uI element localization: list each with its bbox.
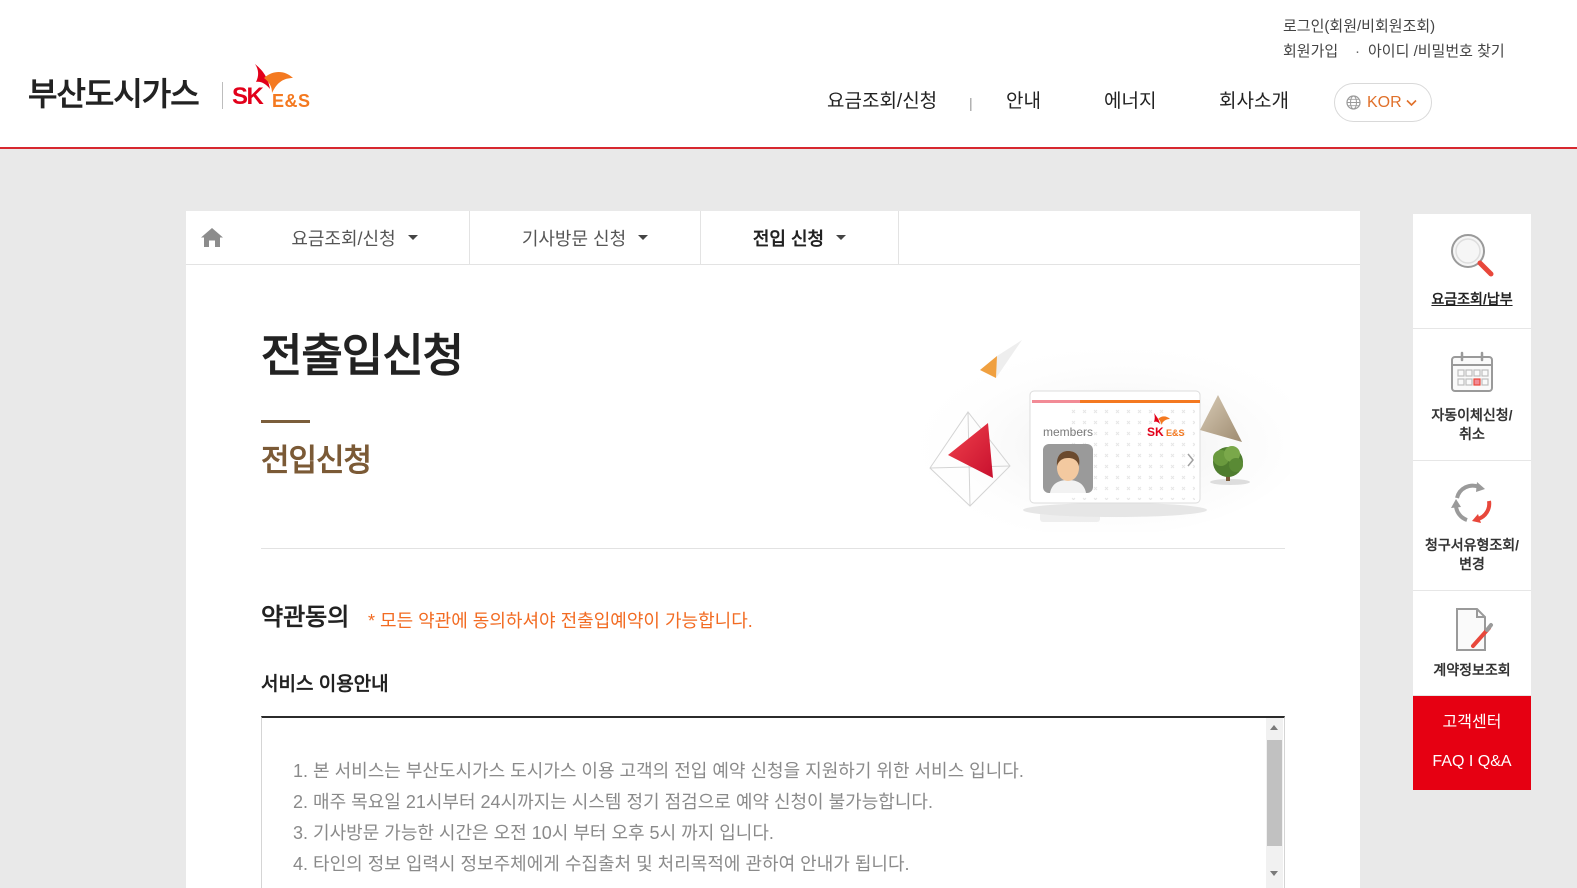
content-card: 요금조회/신청 기사방문 신청 전입 신청 전출입신청 전입신청 members…	[186, 211, 1360, 888]
home-icon	[201, 228, 223, 247]
quick-bill-type-label: 청구서유형조회/	[1424, 537, 1520, 553]
find-account-link[interactable]: 아이디 /비밀번호 찾기	[1368, 42, 1505, 62]
guide-line: 4. 타인의 정보 입력시 정보주체에게 수집출처 및 처리목적에 관하여 안내…	[293, 854, 910, 874]
faq-qna-link[interactable]: FAQ I Q&A	[1413, 751, 1531, 773]
customer-center-title[interactable]: 고객센터	[1413, 712, 1531, 734]
quick-bill-type[interactable]: 청구서유형조회/ 변경	[1413, 461, 1531, 591]
brand-es-text: E&S	[272, 91, 311, 111]
login-link[interactable]: 로그인(회원/비회원조회)	[1283, 17, 1435, 37]
scroll-thumb[interactable]	[1267, 740, 1282, 846]
scroll-down-arrow-icon[interactable]	[1270, 871, 1278, 876]
subnav-technician-visit[interactable]: 기사방문 신청	[470, 211, 701, 264]
nav-guide[interactable]: 안내	[1006, 89, 1041, 115]
membership-card-illustration: members SK E&S	[895, 336, 1290, 532]
service-guide-text: 1. 본 서비스는 부산도시가스 도시가스 이용 고객의 전입 예약 신청을 지…	[293, 756, 1024, 880]
subnav-billing-label: 요금조회/신청	[291, 228, 396, 249]
caret-down-icon	[638, 235, 649, 240]
card-label: members	[1043, 425, 1093, 439]
card-brand-sk: SK	[1147, 425, 1164, 439]
chevron-down-icon	[1406, 99, 1417, 107]
terms-notice: * 모든 약관에 동의하셔야 전출입예약이 가능합니다.	[368, 611, 753, 631]
refresh-icon	[1451, 482, 1492, 523]
quick-bill-type-label: 변경	[1459, 556, 1485, 572]
quick-contract-info[interactable]: 계약정보조회	[1413, 591, 1531, 696]
nav-energy[interactable]: 에너지	[1104, 89, 1156, 115]
page-subtitle: 전입신청	[261, 443, 372, 478]
quick-auto-transfer-label: 자동이체신청/	[1431, 407, 1513, 423]
language-label: KOR	[1367, 94, 1402, 111]
quick-auto-transfer-label: 취소	[1459, 426, 1485, 442]
guide-line: 1. 본 서비스는 부산도시가스 도시가스 이용 고객의 전입 예약 신청을 지…	[293, 761, 1024, 781]
guide-line: 3. 기사방문 가능한 시간은 오전 10시 부터 오후 5시 까지 입니다.	[293, 823, 774, 843]
document-icon	[1456, 608, 1493, 651]
section-divider	[261, 548, 1285, 549]
calendar-icon	[1451, 351, 1493, 392]
logo-text: 부산도시가스	[28, 76, 200, 112]
quick-billing-payment[interactable]: 요금조회/납부	[1413, 214, 1531, 329]
quick-contract-info-label: 계약정보조회	[1433, 662, 1511, 678]
terms-heading: 약관동의	[261, 604, 350, 631]
quick-auto-transfer[interactable]: 자동이체신청/ 취소	[1413, 329, 1531, 461]
sub-navigation: 요금조회/신청 기사방문 신청 전입 신청	[186, 211, 1360, 265]
brand-sk-text: SK	[232, 83, 264, 110]
card-shadow	[1023, 503, 1207, 517]
home-button[interactable]	[186, 211, 240, 264]
page-title: 전출입신청	[261, 330, 464, 381]
scrollbar[interactable]	[1266, 718, 1283, 888]
service-guide-title: 서비스 이용안내	[261, 674, 389, 695]
nav-separator: |	[969, 95, 973, 111]
card-stripe-pink	[1032, 400, 1080, 403]
caret-down-icon	[407, 235, 418, 240]
quick-billing-payment-label: 요금조회/납부	[1431, 291, 1513, 307]
nav-billing[interactable]: 요금조회/신청	[827, 89, 937, 115]
title-underline	[261, 420, 310, 423]
nav-company[interactable]: 회사소개	[1219, 89, 1289, 115]
util-separator: ·	[1355, 43, 1360, 60]
card-brand-es: E&S	[1166, 428, 1185, 438]
subnav-move-in[interactable]: 전입 신청	[701, 211, 899, 264]
caret-down-icon	[836, 235, 847, 240]
customer-center[interactable]: 고객센터 FAQ I Q&A	[1413, 696, 1531, 790]
magnifier-icon	[1451, 234, 1494, 277]
language-selector[interactable]: KOR	[1334, 83, 1432, 122]
globe-icon	[1346, 95, 1361, 110]
avatar	[1043, 444, 1093, 493]
guide-line: 2. 매주 목요일 21시부터 24시까지는 시스템 정기 점검으로 예약 신청…	[293, 792, 933, 812]
subnav-move-in-label: 전입 신청	[752, 228, 825, 249]
join-link[interactable]: 회원가입	[1283, 42, 1338, 62]
site-logo[interactable]: 부산도시가스 SK E&S	[0, 0, 330, 147]
site-header: 부산도시가스 SK E&S 로그인(회원/비회원조회) 회원가입 · 아이디 /…	[0, 0, 1577, 149]
subnav-technician-visit-label: 기사방문 신청	[521, 228, 627, 249]
logo-divider	[222, 82, 223, 109]
service-guide-box[interactable]: 1. 본 서비스는 부산도시가스 도시가스 이용 고객의 전입 예약 신청을 지…	[261, 716, 1285, 888]
scroll-up-arrow-icon[interactable]	[1270, 725, 1278, 730]
subnav-billing[interactable]: 요금조회/신청	[240, 211, 470, 264]
card-stripe-orange	[1080, 400, 1200, 403]
